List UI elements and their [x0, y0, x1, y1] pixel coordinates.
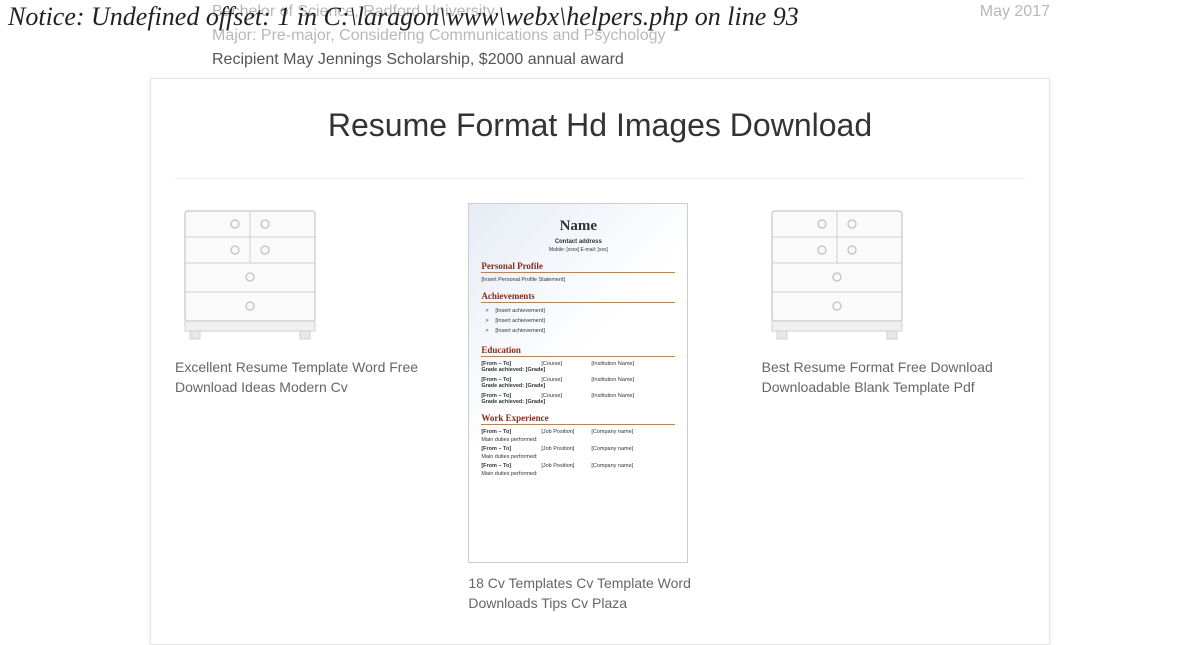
- cv-section-education: Education: [481, 345, 675, 357]
- gallery-item[interactable]: Best Resume Format Free Download Downloa…: [762, 203, 1025, 398]
- cv-achievement: [Insert achievement]: [495, 317, 675, 327]
- cv-name: Name: [481, 218, 675, 235]
- gallery-caption: Best Resume Format Free Download Downloa…: [762, 357, 1025, 398]
- cv-section-profile: Personal Profile: [481, 261, 675, 273]
- gallery-item[interactable]: Name Contact address Mobile: [xxxx] E-ma…: [468, 203, 731, 614]
- placeholder-image-icon: [175, 203, 325, 343]
- gallery-caption: Excellent Resume Template Word Free Down…: [175, 357, 438, 398]
- gallery-caption: 18 Cv Templates Cv Template Word Downloa…: [468, 573, 731, 614]
- cv-section-achievements: Achievements: [481, 291, 675, 303]
- php-error-notice: Notice: Undefined offset: 1 in C:\larago…: [8, 2, 799, 32]
- gallery-grid: Excellent Resume Template Word Free Down…: [175, 203, 1025, 614]
- divider: [175, 178, 1025, 179]
- cv-template-thumbnail: Name Contact address Mobile: [xxxx] E-ma…: [468, 203, 688, 563]
- gallery-item[interactable]: Excellent Resume Template Word Free Down…: [175, 203, 438, 398]
- cv-contact: Contact address: [481, 239, 675, 245]
- placeholder-image-icon: [762, 203, 912, 343]
- cv-contact2: Mobile: [xxxx] E-mail: [xxx]: [481, 247, 675, 253]
- page-title: Resume Format Hd Images Download: [175, 107, 1025, 144]
- cv-section-work: Work Experience: [481, 413, 675, 425]
- cv-achievements-list: [Insert achievement] [Insert achievement…: [481, 307, 675, 337]
- bg-recipient: Recipient May Jennings Scholarship, $200…: [212, 48, 1050, 72]
- content-card: Resume Format Hd Images Download: [150, 78, 1050, 645]
- cv-profile-text: [Insert Personal Profile Statement]: [481, 277, 675, 283]
- cv-achievement: [Insert achievement]: [495, 327, 675, 337]
- bg-date: May 2017: [980, 0, 1050, 24]
- cv-achievement: [Insert achievement]: [495, 307, 675, 317]
